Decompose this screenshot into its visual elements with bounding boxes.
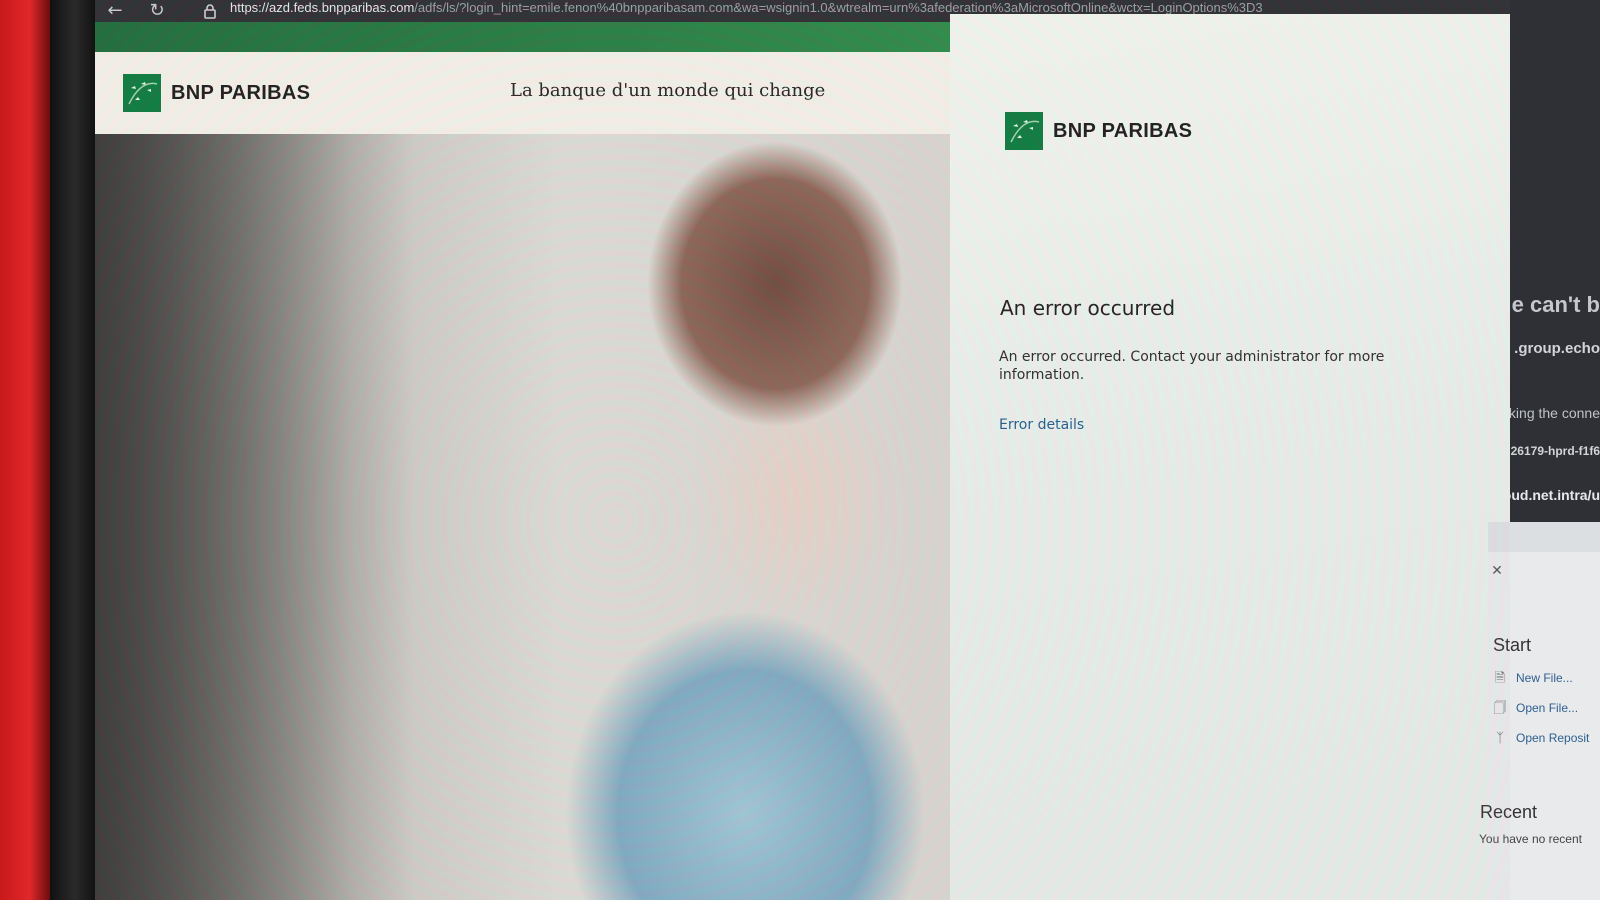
open-repository-label: Open Reposit xyxy=(1516,731,1590,745)
bnp-stars-logo-icon xyxy=(1005,112,1043,150)
panel-logo: BNP PARIBAS xyxy=(1005,112,1192,150)
new-file-icon: 🗎 xyxy=(1494,670,1506,685)
git-branch-icon: ᛉ xyxy=(1496,730,1504,745)
editor-welcome-pane: ✕ Start 🗎 New File... 🗍 Open File... ᛉ O… xyxy=(1479,522,1600,900)
reload-icon[interactable]: ↻ xyxy=(147,1,167,21)
bnp-stars-logo-icon xyxy=(123,74,161,112)
back-arrow-icon[interactable]: ← xyxy=(105,1,125,21)
bg-window-status: king the conne xyxy=(1510,405,1600,421)
url-host: https://azd.feds.bnpparibas.com xyxy=(230,0,415,15)
recent-heading: Recent xyxy=(1480,802,1538,822)
monitor-bezel xyxy=(50,0,100,900)
site-logo: BNP PARIBAS xyxy=(123,74,310,112)
new-file-label: New File... xyxy=(1516,671,1573,685)
bg-window-heading: e can't b xyxy=(1511,292,1600,317)
error-details-link[interactable]: Error details xyxy=(999,417,1084,433)
no-recent-text: You have no recent xyxy=(1479,832,1582,846)
site-logo-text: BNP PARIBAS xyxy=(171,81,311,104)
open-file-label: Open File... xyxy=(1516,701,1579,715)
start-heading: Start xyxy=(1493,635,1532,655)
panel-logo-text: BNP PARIBAS xyxy=(1053,119,1193,142)
bg-window-url: cloud.net.intra/u xyxy=(1510,487,1600,503)
open-file-link[interactable]: 🗍 Open File... xyxy=(1492,700,1579,716)
open-repository-link[interactable]: ᛉ Open Reposit xyxy=(1492,730,1589,746)
error-panel: BNP PARIBAS An error occurred An error o… xyxy=(950,14,1510,900)
login-page-background: BNP PARIBAS La banque d'un monde qui cha… xyxy=(95,22,950,900)
new-file-link[interactable]: 🗎 New File... xyxy=(1492,670,1573,686)
lock-icon xyxy=(204,4,216,19)
site-tagline: La banque d'un monde qui change xyxy=(510,80,826,101)
bg-window-host: .group.echo xyxy=(1514,340,1600,357)
hero-photo-shadow xyxy=(95,134,415,900)
close-icon[interactable]: ✕ xyxy=(1488,562,1506,580)
red-surface xyxy=(0,0,50,900)
editor-tab-bar xyxy=(1488,522,1600,552)
url-path: /adfs/ls/?login_hint=emile.fenon%40bnppa… xyxy=(414,0,1263,15)
error-title: An error occurred xyxy=(1000,296,1176,320)
open-file-icon: 🗍 xyxy=(1493,700,1507,715)
bg-window-id: 26179-hprd-f1f6 xyxy=(1510,444,1600,458)
top-green-bar xyxy=(95,22,950,52)
error-message: An error occurred. Contact your administ… xyxy=(999,349,1385,383)
